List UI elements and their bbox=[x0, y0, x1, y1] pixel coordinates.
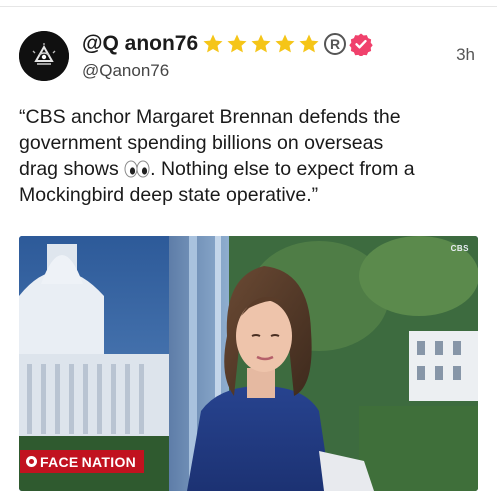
post-text-line: drag shows . Nothing else to expect from… bbox=[19, 156, 489, 182]
verified-icon bbox=[349, 33, 373, 56]
show-logo-text: FACE NATION bbox=[40, 453, 137, 470]
eyes-emoji-icon bbox=[124, 160, 150, 178]
star-icon bbox=[251, 34, 271, 53]
network-bug: CBS bbox=[450, 244, 469, 253]
star-icon bbox=[275, 34, 295, 53]
avatar[interactable] bbox=[19, 31, 69, 81]
post-text-line: “CBS anchor Margaret Brennan defends the bbox=[19, 106, 401, 128]
handle[interactable]: @Qanon76 bbox=[82, 61, 169, 81]
post-text: “CBS anchor Margaret Brennan defends the… bbox=[19, 104, 489, 208]
timestamp[interactable]: 3h bbox=[456, 45, 475, 65]
post-media-image[interactable]: CBS FACE NATION bbox=[19, 236, 478, 491]
registered-icon: R bbox=[324, 33, 347, 55]
post-text-line: Mockingbird deep state operative.” bbox=[19, 184, 319, 206]
display-name[interactable]: @Q anon76 bbox=[82, 32, 198, 56]
star-icon bbox=[203, 34, 223, 53]
author-name-row: @Q anon76 R bbox=[82, 30, 373, 58]
cbs-eye-icon bbox=[26, 456, 37, 467]
post-text-line: government spending billions on overseas bbox=[19, 132, 384, 154]
star-icon bbox=[299, 34, 319, 53]
star-icon bbox=[227, 34, 247, 53]
star-badges bbox=[201, 32, 321, 56]
show-logo: FACE NATION bbox=[20, 450, 145, 473]
svg-text:R: R bbox=[330, 36, 340, 52]
post-text-fragment: drag shows bbox=[19, 158, 125, 180]
avatar-image bbox=[19, 31, 69, 81]
post-text-fragment: . Nothing else to expect from a bbox=[150, 158, 415, 180]
top-divider bbox=[0, 6, 497, 7]
